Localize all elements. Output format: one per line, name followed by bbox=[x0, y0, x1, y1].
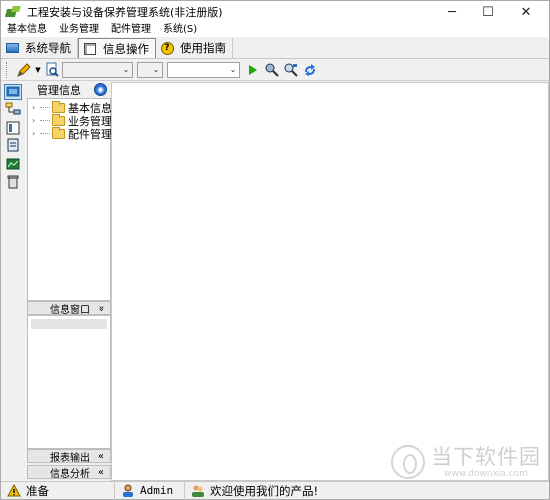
chevron-down-icon: ⌄ bbox=[152, 65, 160, 74]
title-bar: 工程安装与设备保养管理系统(非注册版) ─ ☐ ✕ bbox=[1, 1, 549, 23]
refresh-icon[interactable] bbox=[301, 61, 319, 79]
info-window-strip bbox=[31, 319, 107, 329]
welcome-message: 欢迎使用我们的产品! bbox=[210, 483, 319, 498]
tree-item-label: 配件管理 bbox=[68, 127, 112, 141]
expand-icon[interactable]: « bbox=[98, 451, 104, 462]
folder-icon bbox=[52, 113, 65, 126]
info-analysis-header[interactable]: 信息分析 « bbox=[27, 465, 111, 480]
find-next-icon[interactable] bbox=[282, 61, 300, 79]
status-bar: 准备 Admin 欢迎使用我们的产品! bbox=[1, 481, 549, 500]
tab-user-guide[interactable]: ? 使用指南 bbox=[156, 38, 233, 58]
form-icon bbox=[83, 42, 97, 55]
app-window: 工程安装与设备保养管理系统(非注册版) ─ ☐ ✕ 基本信息 业务管理 配件管理… bbox=[0, 0, 550, 500]
info-window-body bbox=[27, 315, 111, 449]
report-output-header[interactable]: 报表输出 « bbox=[27, 449, 111, 464]
collapse-icon[interactable]: » bbox=[95, 305, 106, 311]
tab-info-operation[interactable]: 信息操作 bbox=[78, 38, 156, 58]
window-title: 工程安装与设备保养管理系统(非注册版) bbox=[27, 6, 223, 19]
watermark-url: www.downxia.com bbox=[444, 469, 528, 479]
message-cell: 欢迎使用我们的产品! bbox=[185, 482, 324, 500]
folder-icon bbox=[52, 100, 65, 113]
chart-icon[interactable] bbox=[5, 157, 21, 171]
warning-icon bbox=[7, 483, 21, 498]
expand-icon[interactable]: › bbox=[32, 129, 40, 138]
side-panel: 管理信息 ◉ › 基本信息 › 业务管理 › 配件管理 信息窗口 » 报表输出 … bbox=[27, 82, 112, 481]
minimize-button[interactable]: ─ bbox=[435, 1, 469, 23]
document-icon[interactable] bbox=[5, 138, 21, 152]
info-window-label: 信息窗口 bbox=[50, 304, 90, 316]
dropdown-arrow-icon[interactable]: ▼ bbox=[34, 61, 42, 79]
recycle-bin-icon[interactable] bbox=[5, 175, 21, 189]
help-icon: ? bbox=[160, 41, 174, 55]
panel-header: 管理信息 ◉ bbox=[27, 82, 111, 98]
tab-label: 系统导航 bbox=[25, 41, 71, 55]
left-toolbar bbox=[1, 82, 25, 481]
close-button[interactable]: ✕ bbox=[509, 1, 543, 23]
info-analysis-label: 信息分析 bbox=[50, 468, 90, 480]
chevron-down-icon: ⌄ bbox=[229, 65, 237, 74]
tree-view: › 基本信息 › 业务管理 › 配件管理 bbox=[27, 98, 112, 301]
expand-icon[interactable]: « bbox=[98, 467, 104, 478]
user-cell: Admin bbox=[115, 481, 185, 500]
tab-strip: 系统导航 信息操作 ? 使用指南 bbox=[1, 37, 549, 59]
menu-system[interactable]: 系统(S) bbox=[157, 23, 203, 37]
expand-icon[interactable]: › bbox=[32, 116, 40, 125]
monitor-icon bbox=[5, 42, 19, 54]
status-text: 准备 bbox=[26, 483, 49, 498]
pin-icon[interactable]: ◉ bbox=[94, 83, 107, 96]
tab-label: 使用指南 bbox=[180, 41, 226, 55]
tree-connector bbox=[40, 120, 50, 121]
find-user-icon[interactable] bbox=[263, 61, 281, 79]
tab-label: 信息操作 bbox=[103, 41, 149, 56]
tree-connector bbox=[40, 107, 50, 108]
run-query-icon[interactable] bbox=[244, 61, 262, 79]
maximize-button[interactable]: ☐ bbox=[471, 1, 505, 23]
field-combo[interactable]: ⌄ bbox=[62, 61, 133, 78]
tree-item-parts[interactable]: › 配件管理 bbox=[32, 126, 112, 141]
toolbar: ▼ ⌄ ⌄ ⌄ bbox=[1, 59, 549, 81]
panel-icon[interactable] bbox=[5, 121, 21, 135]
panel-title: 管理信息 bbox=[37, 84, 81, 97]
watermark-logo-icon bbox=[391, 445, 425, 479]
menu-bar: 基本信息 业务管理 配件管理 系统(S) bbox=[1, 23, 549, 37]
toolbar-grip[interactable] bbox=[6, 61, 9, 78]
watermark-text: 当下软件园 bbox=[431, 445, 541, 469]
search-doc-icon[interactable] bbox=[43, 61, 61, 79]
status-cell: 准备 bbox=[1, 481, 115, 500]
pencil-icon[interactable] bbox=[15, 61, 33, 79]
main-workspace[interactable] bbox=[111, 82, 549, 481]
menu-business[interactable]: 业务管理 bbox=[53, 23, 105, 37]
chevron-down-icon: ⌄ bbox=[122, 65, 130, 74]
expand-icon[interactable]: › bbox=[32, 103, 40, 112]
network-icon[interactable] bbox=[5, 102, 21, 116]
tree-connector bbox=[40, 133, 50, 134]
tab-system-nav[interactable]: 系统导航 bbox=[1, 38, 78, 58]
value-combo[interactable]: ⌄ bbox=[167, 61, 240, 78]
menu-parts[interactable]: 配件管理 bbox=[105, 23, 157, 37]
info-window-header[interactable]: 信息窗口 » bbox=[27, 301, 111, 316]
app-logo-icon bbox=[4, 5, 22, 19]
operator-combo[interactable]: ⌄ bbox=[137, 61, 163, 78]
user-icon bbox=[121, 484, 135, 498]
watermark: 当下软件园 www.downxia.com bbox=[391, 445, 541, 479]
report-output-label: 报表输出 bbox=[50, 452, 90, 464]
navigation-view-icon[interactable] bbox=[4, 84, 22, 100]
menu-basic-info[interactable]: 基本信息 bbox=[1, 23, 53, 37]
users-icon bbox=[191, 484, 205, 498]
folder-icon bbox=[52, 126, 65, 139]
user-name: Admin bbox=[140, 484, 174, 497]
